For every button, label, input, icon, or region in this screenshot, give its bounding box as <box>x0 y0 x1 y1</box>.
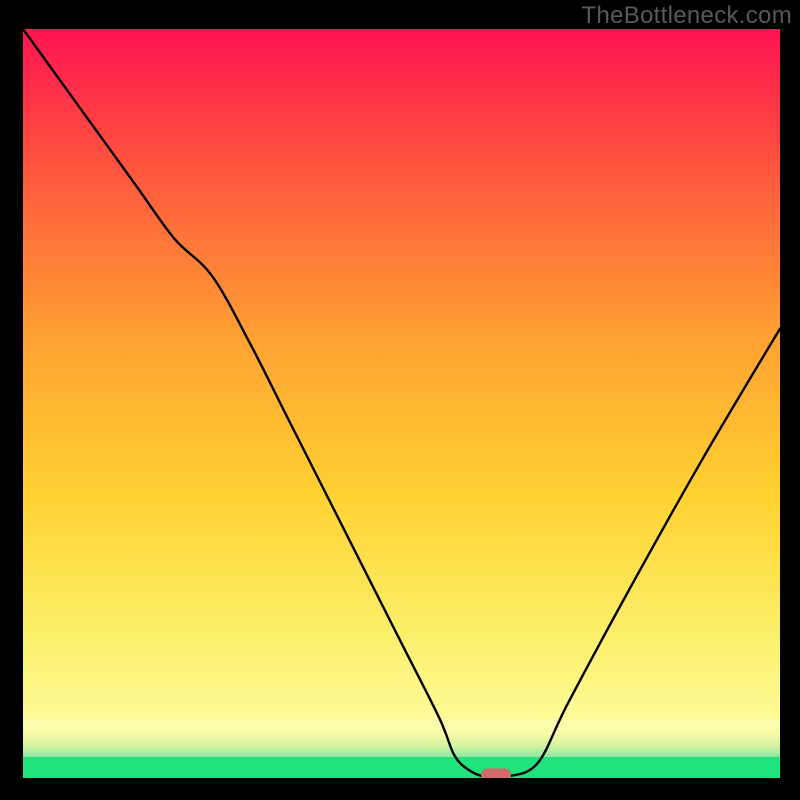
bottleneck-chart <box>23 29 780 778</box>
watermark-text: TheBottleneck.com <box>581 2 792 30</box>
optimal-marker <box>481 769 511 778</box>
gradient-green-band <box>23 757 780 778</box>
gradient-pale-band <box>23 719 780 757</box>
gradient-main-band <box>23 29 780 719</box>
chart-container: TheBottleneck.com <box>0 0 800 800</box>
